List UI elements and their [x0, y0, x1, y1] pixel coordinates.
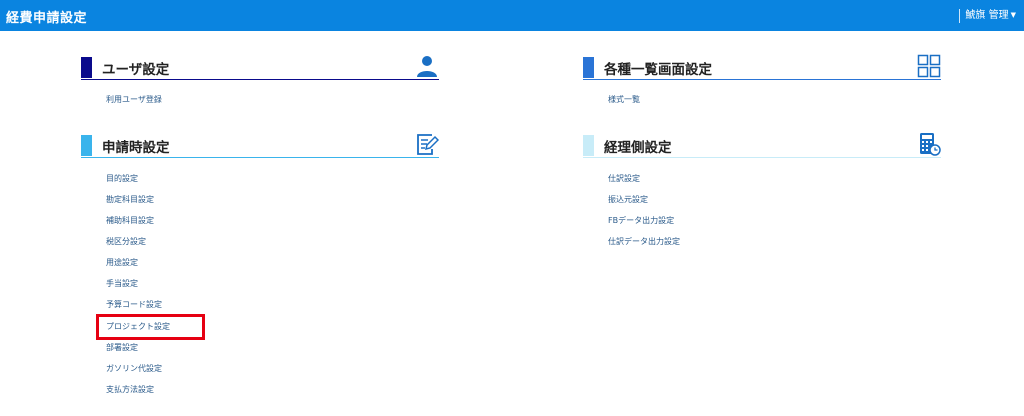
link-gasoline-settings[interactable]: ガソリン代設定	[106, 363, 162, 374]
grid-icon	[917, 54, 941, 78]
link-allowance-settings[interactable]: 手当設定	[106, 278, 138, 289]
section-title: 経理側設定	[604, 140, 672, 156]
link-account-settings[interactable]: 勘定科目設定	[106, 194, 154, 205]
section-underline	[81, 79, 439, 80]
top-bar: 経費申請設定 鯱旗 管理 ▼	[0, 0, 1024, 31]
section-header: 申請時設定	[81, 134, 439, 159]
section-underline	[583, 157, 941, 158]
calculator-icon	[920, 133, 941, 156]
app-title: 経費申請設定	[6, 11, 88, 26]
section-list-settings: 各種一覧画面設定 様式一覧	[583, 54, 941, 104]
section-header: 経理側設定	[583, 133, 941, 159]
section-bar	[583, 57, 594, 78]
link-user-registration[interactable]: 利用ユーザ登録	[106, 94, 162, 105]
user-icon	[417, 56, 437, 77]
section-bar	[583, 135, 594, 156]
link-usage-settings[interactable]: 用途設定	[106, 257, 138, 268]
link-department-settings[interactable]: 部署設定	[106, 342, 138, 353]
edit-document-icon	[417, 134, 439, 155]
link-journal-settings[interactable]: 仕訳設定	[608, 173, 640, 184]
caret-down-icon: ▼	[1010, 11, 1016, 19]
section-accounting-settings: 経理側設定 仕訳設定 振込元設定 FBデータ出力設定 仕訳データ出力設定	[583, 133, 941, 246]
section-user-settings: ユーザ設定 利用ユーザ登録	[81, 56, 439, 104]
section-bar	[81, 135, 92, 156]
section-title: ユーザ設定	[102, 62, 170, 78]
section-underline	[81, 157, 439, 158]
link-tax-category-settings[interactable]: 税区分設定	[106, 236, 146, 247]
link-payment-method-settings[interactable]: 支払方法設定	[106, 384, 154, 395]
section-underline	[583, 79, 941, 80]
link-transfer-source-settings[interactable]: 振込元設定	[608, 194, 648, 205]
highlight-box	[96, 314, 205, 340]
link-budget-code-settings[interactable]: 予算コード設定	[106, 299, 162, 310]
section-bar	[81, 57, 92, 78]
section-title: 申請時設定	[102, 140, 170, 156]
section-header: 各種一覧画面設定	[583, 54, 941, 81]
user-menu[interactable]: 鯱旗 管理 ▼	[959, 9, 1016, 23]
user-name: 鯱旗 管理	[965, 10, 1009, 21]
link-form-list[interactable]: 様式一覧	[608, 94, 640, 105]
link-journal-data-output-settings[interactable]: 仕訳データ出力設定	[608, 236, 680, 247]
section-application-settings: 申請時設定 目的設定 勘定科目設定 補助科目設定 税区分設定 用途設定 手当設定…	[81, 134, 439, 394]
link-purpose-settings[interactable]: 目的設定	[106, 173, 138, 184]
link-fb-data-output-settings[interactable]: FBデータ出力設定	[608, 215, 674, 226]
section-header: ユーザ設定	[81, 56, 439, 81]
section-title: 各種一覧画面設定	[604, 62, 712, 78]
link-sub-account-settings[interactable]: 補助科目設定	[106, 215, 154, 226]
